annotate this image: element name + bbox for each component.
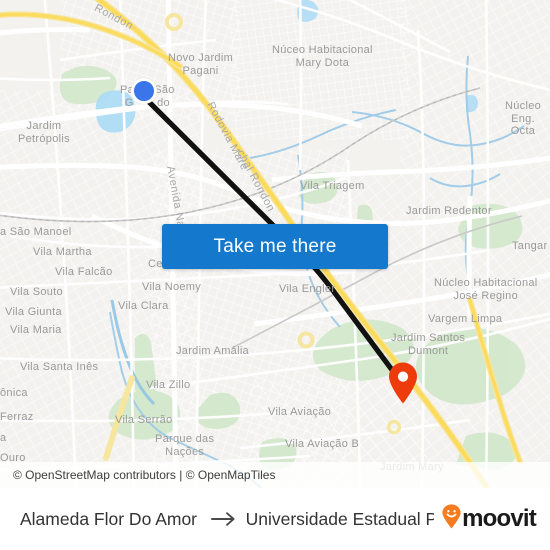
map-attribution: © OpenStreetMap contributors | © OpenMap… [0,462,550,488]
map-pin-icon [389,362,417,404]
moovit-logo[interactable]: moovit [442,504,537,534]
route-origin-label: Alameda Flor Do Amor ... [20,508,202,529]
bottom-bar: Alameda Flor Do Amor ... Universidade Es… [0,488,550,550]
attribution-text[interactable]: © OpenStreetMap contributors | © OpenMap… [13,468,275,482]
arrow-right-icon [210,511,237,527]
route-summary: Alameda Flor Do Amor ... Universidade Es… [20,509,434,530]
moovit-wordmark: moovit [462,505,537,532]
route-destination-label: Universidade Estadual P... [245,508,435,529]
moovit-pin-icon [442,504,461,534]
origin-marker[interactable] [131,78,157,104]
map-canvas[interactable]: Rondon Novo Jardim Pagani Núceo Habitacion… [0,0,550,488]
take-me-there-button[interactable]: Take me there [162,224,388,269]
moovit-trip-preview: Rondon Novo Jardim Pagani Núceo Habitacion… [0,0,550,550]
destination-marker[interactable] [388,362,418,404]
